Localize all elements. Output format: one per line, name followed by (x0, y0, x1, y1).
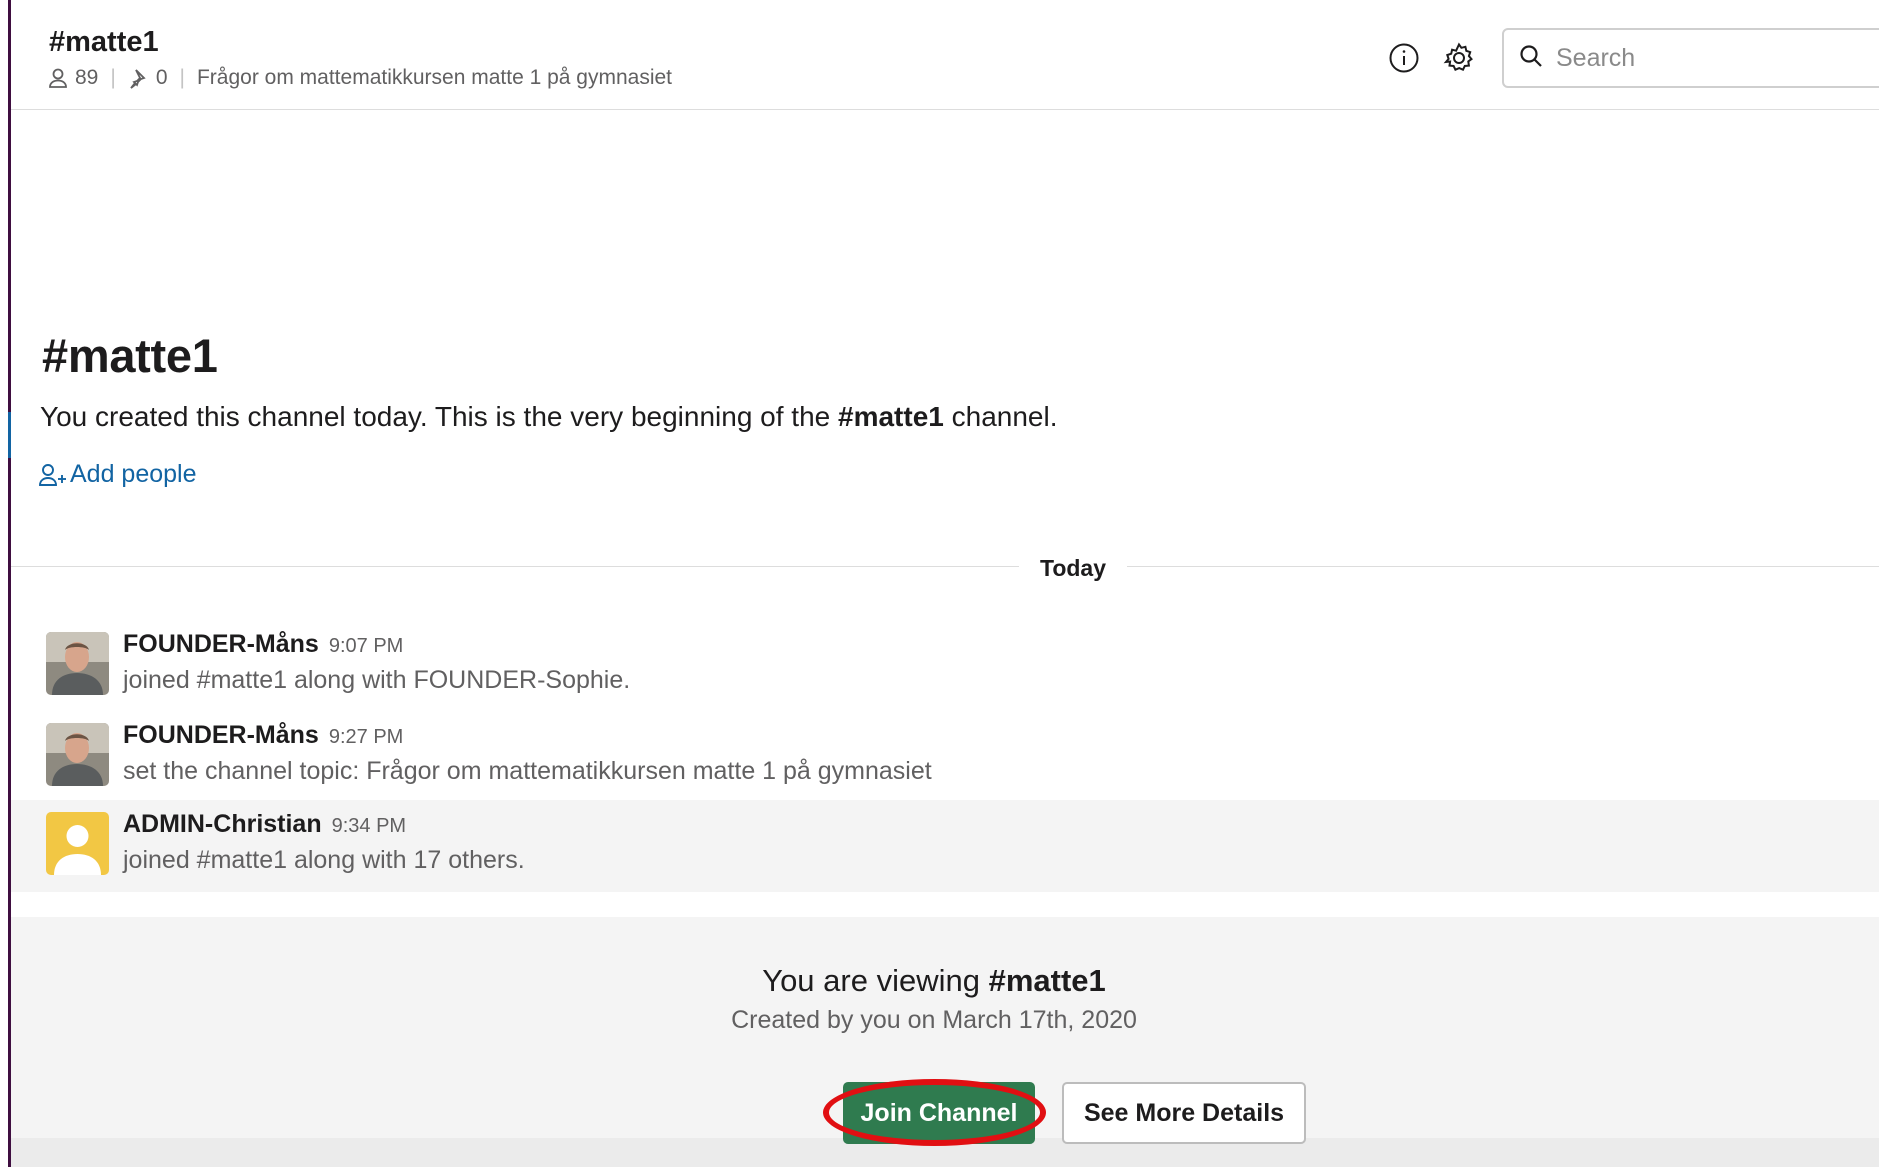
date-divider-line (11, 566, 1879, 567)
add-person-icon (38, 462, 68, 488)
gear-icon[interactable] (1441, 40, 1477, 76)
meta-separator: | (110, 66, 116, 89)
avatar[interactable] (46, 632, 109, 695)
info-icon[interactable] (1386, 40, 1422, 76)
viewing-channel-text: You are viewing #matte1 (0, 963, 1868, 999)
member-count[interactable]: 89 (75, 66, 98, 90)
message-item[interactable]: ADMIN-Christian 9:34 PM joined #matte1 al… (11, 800, 1879, 892)
message-author: FOUNDER-Måns 9:07 PM (123, 630, 403, 659)
message-author: FOUNDER-Måns 9:27 PM (123, 721, 403, 750)
intro-channel-link[interactable]: #matte1 (838, 401, 944, 432)
intro-text-start: You created this channel today. This is … (40, 401, 838, 432)
search-placeholder: Search (1556, 43, 1636, 72)
viewing-channel-name: #matte1 (988, 963, 1106, 998)
author-name[interactable]: FOUNDER-Måns (123, 721, 319, 749)
author-name[interactable]: ADMIN-Christian (123, 810, 322, 838)
channel-intro-title: #matte1 (42, 329, 218, 382)
search-icon (1518, 43, 1544, 74)
message-author: ADMIN-Christian 9:34 PM (123, 810, 406, 839)
message-timestamp[interactable]: 9:07 PM (329, 635, 403, 657)
see-more-details-button[interactable]: See More Details (1062, 1082, 1306, 1144)
channel-created-info: Created by you on March 17th, 2020 (731, 1006, 1137, 1034)
meta-separator: | (179, 66, 185, 89)
channel-topic[interactable]: Frågor om mattematikkursen matte 1 på gy… (197, 66, 672, 90)
avatar[interactable] (46, 812, 109, 875)
sidebar-selection-indicator (8, 412, 11, 458)
message-text: joined #matte1 along with FOUNDER-Sophie… (123, 666, 631, 694)
message-item[interactable]: FOUNDER-Måns 9:07 PM joined #matte1 along… (11, 620, 1879, 710)
add-people-label[interactable]: Add people (70, 460, 197, 489)
viewing-prefix: You are viewing (762, 963, 989, 998)
intro-text-end: channel. (943, 401, 1058, 432)
join-channel-button[interactable]: Join Channel (843, 1082, 1035, 1144)
message-item[interactable]: FOUNDER-Måns 9:27 PM set the channel topi… (11, 711, 1879, 801)
message-text: set the channel topic: Frågor om mattema… (123, 757, 932, 785)
pinned-count[interactable]: 0 (156, 66, 168, 90)
avatar[interactable] (46, 723, 109, 786)
message-text: joined #matte1 along with 17 others. (123, 846, 525, 874)
date-divider-label[interactable]: Today (1019, 550, 1127, 586)
message-timestamp[interactable]: 9:34 PM (332, 815, 406, 837)
member-icon[interactable] (47, 67, 69, 89)
add-people-link[interactable]: Add people (38, 460, 197, 489)
pin-icon[interactable] (128, 67, 150, 89)
channel-title[interactable]: #matte1 (49, 26, 159, 59)
author-name[interactable]: FOUNDER-Måns (123, 630, 319, 658)
search-input[interactable]: Search (1502, 28, 1879, 88)
channel-intro-text: You created this channel today. This is … (40, 401, 1057, 433)
channel-header: #matte1 89 | 0 | Frågor om mattematikkur… (11, 0, 1879, 110)
message-timestamp[interactable]: 9:27 PM (329, 726, 403, 748)
channel-meta: 89 | 0 | Frågor om mattematikkursen matt… (47, 66, 672, 90)
